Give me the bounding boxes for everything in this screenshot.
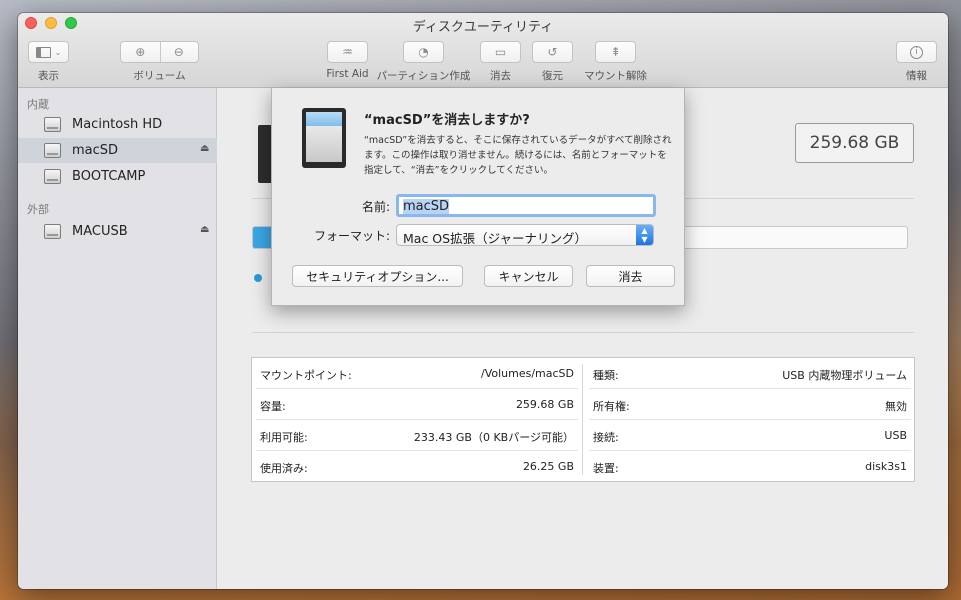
name-value: macSD [403, 199, 450, 214]
info-value: disk3s1 [865, 460, 907, 473]
info-value: 233.43 GB（0 KBパージ可能） [413, 431, 574, 444]
info-value: 259.68 GB [515, 398, 574, 411]
sidebar: 内蔵 Macintosh HD macSD ⏏ BOOTCAMP 外部 MACU… [18, 88, 217, 589]
volume-label: ボリューム [133, 70, 186, 82]
pie-icon: ◔ [418, 45, 429, 59]
info-key: 種類: [593, 369, 619, 382]
restore-button[interactable]: ↺ [532, 41, 573, 63]
erase-label: 消去 [490, 70, 511, 82]
info-row: 種類: USB 内蔵物理ボリューム [585, 358, 915, 389]
info-left-column: マウントポイント: /Volumes/macSD 容量: 259.68 GB 利… [252, 358, 582, 481]
legend-dot [254, 274, 262, 282]
capacity-badge: 259.68 GB [795, 123, 914, 163]
chevron-down-icon: ⌄ [54, 47, 62, 57]
volume-info-table: マウントポイント: /Volumes/macSD 容量: 259.68 GB 利… [251, 357, 915, 482]
view-button[interactable]: ⌄ [28, 41, 69, 63]
info-value: USB [884, 429, 907, 442]
info-value: 26.25 GB [522, 460, 574, 473]
partition-button[interactable]: ◔ [403, 41, 444, 63]
info-key: 接続: [593, 431, 619, 444]
info-row: 容量: 259.68 GB [252, 389, 582, 420]
restore-label: 復元 [542, 70, 563, 82]
sidebar-item-macsd[interactable]: macSD ⏏ [18, 138, 217, 163]
format-value: Mac OS拡張（ジャーナリング） [403, 231, 587, 246]
info-label: 情報 [906, 70, 927, 82]
stethoscope-icon: ♒ [342, 45, 353, 59]
sidebar-item-macintosh-hd[interactable]: Macintosh HD [18, 112, 217, 137]
toolbar: ディスクユーティリティ ⌄ 表示 ⊕ ⊖ ボリューム ♒ First Aid ◔… [18, 13, 948, 88]
info-value: 無効 [885, 400, 907, 413]
confirm-erase-button[interactable]: 消去 [586, 265, 675, 287]
unmount-icon: ⇞ [610, 45, 621, 59]
volume-segmented-control: ⊕ ⊖ [120, 41, 199, 63]
info-key: 装置: [593, 462, 619, 475]
sd-card-icon [44, 143, 61, 158]
hard-disk-icon [44, 169, 61, 184]
info-row: 使用済み: 26.25 GB [252, 451, 582, 482]
security-options-button[interactable]: セキュリティオプション... [292, 265, 463, 287]
sidebar-item-label: Macintosh HD [72, 117, 163, 132]
cancel-button[interactable]: キャンセル [484, 265, 573, 287]
info-key: 容量: [260, 400, 286, 413]
sd-card-icon [302, 108, 346, 168]
window-title: ディスクユーティリティ [412, 20, 554, 35]
info-icon: i [910, 45, 923, 59]
unmount-label: マウント解除 [584, 70, 647, 82]
info-key: 利用可能: [260, 431, 308, 444]
eject-icon[interactable]: ⏏ [200, 224, 209, 235]
erase-button[interactable]: ▭ [480, 41, 521, 63]
name-label: 名前: [361, 200, 390, 214]
view-label: 表示 [38, 70, 59, 82]
info-row: マウントポイント: /Volumes/macSD [252, 358, 582, 389]
sidebar-header-internal: 内蔵 [27, 98, 49, 111]
disk-utility-window: ディスクユーティリティ ⌄ 表示 ⊕ ⊖ ボリューム ♒ First Aid ◔… [18, 13, 948, 589]
format-select[interactable]: Mac OS拡張（ジャーナリング） ▲ ▼ [396, 224, 654, 246]
column-divider [582, 364, 583, 475]
restore-icon: ↺ [547, 45, 558, 59]
dialog-message: “macSD”を消去すると、そこに保存されているデータがすべて削除されます。この… [364, 135, 672, 176]
partition-label: パーティション作成 [376, 70, 471, 82]
sidebar-item-label: macSD [72, 143, 119, 158]
sidebar-item-label: BOOTCAMP [72, 169, 146, 184]
eject-icon[interactable]: ⏏ [200, 143, 209, 154]
info-key: マウントポイント: [260, 369, 352, 382]
name-field[interactable]: macSD [396, 194, 656, 217]
external-disk-icon [44, 224, 61, 239]
sidebar-icon [35, 46, 51, 58]
info-key: 使用済み: [260, 462, 308, 475]
dialog-title: “macSD”を消去しますか? [364, 113, 530, 128]
erase-dialog: “macSD”を消去しますか? “macSD”を消去すると、そこに保存されている… [271, 88, 685, 306]
info-button[interactable]: i [896, 41, 937, 63]
sidebar-header-external: 外部 [27, 203, 49, 216]
info-value: USB 内蔵物理ボリューム [782, 369, 907, 382]
erase-icon: ▭ [494, 45, 507, 59]
info-row: 所有権: 無効 [585, 389, 915, 420]
add-volume-icon[interactable]: ⊕ [121, 45, 160, 59]
sidebar-item-macusb[interactable]: MACUSB ⏏ [18, 219, 217, 244]
unmount-button[interactable]: ⇞ [595, 41, 636, 63]
remove-volume-icon[interactable]: ⊖ [160, 45, 199, 59]
format-label: フォーマット: [313, 229, 390, 243]
info-row: 利用可能: 233.43 GB（0 KBパージ可能） [252, 420, 582, 451]
info-key: 所有権: [593, 400, 630, 413]
info-value: /Volumes/macSD [480, 367, 574, 380]
divider [252, 332, 914, 333]
first-aid-label: First Aid [326, 68, 369, 80]
first-aid-button[interactable]: ♒ [327, 41, 368, 63]
info-right-column: 種類: USB 内蔵物理ボリューム 所有権: 無効 接続: USB 装置: di… [585, 358, 915, 481]
hard-disk-icon [44, 117, 61, 132]
info-row: 接続: USB [585, 420, 915, 451]
sidebar-item-label: MACUSB [72, 224, 128, 239]
sidebar-item-bootcamp[interactable]: BOOTCAMP [18, 164, 217, 189]
info-row: 装置: disk3s1 [585, 451, 915, 482]
select-arrows-icon: ▲ ▼ [636, 225, 653, 245]
